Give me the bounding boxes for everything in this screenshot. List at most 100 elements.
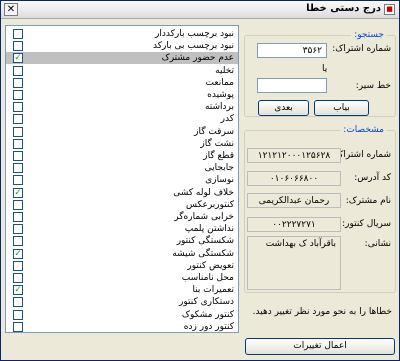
item-label: شکستگی کنتور [176,236,234,247]
list-item[interactable]: شکستگی کنتور [6,235,238,247]
item-checkbox[interactable] [13,236,23,247]
list-item[interactable]: تخلیه [6,65,238,77]
detail-address-value: باقرآباد ک بهداشت [247,236,341,290]
item-checkbox[interactable] [13,90,23,100]
list-item[interactable]: سرقت گاز [6,126,238,138]
list-item[interactable]: خرابی شماره‌گر [6,211,238,223]
line-label: خط سیر: [355,81,391,91]
item-label: شکستگی شیشه [172,248,234,259]
list-item[interactable]: کنتور دور زده [6,321,238,332]
item-checkbox[interactable] [13,138,23,149]
item-checkbox[interactable] [13,297,23,308]
item-checkbox[interactable] [13,41,23,52]
item-checkbox[interactable] [13,260,23,271]
item-label: نداشتن پلمپ [184,224,234,235]
subscription-search-input[interactable]: ۳۵۶۲ [257,43,327,58]
list-item[interactable]: نشت گاز [6,138,238,150]
item-checkbox[interactable]: ✓ [13,187,23,198]
item-checkbox[interactable] [13,199,23,210]
item-label: ممانعت [205,77,234,88]
app-icon: ■ [384,4,395,15]
list-item[interactable]: جابجایی [6,162,238,174]
subscription-label: شماره اشتراک: [332,44,391,54]
close-button[interactable]: ✕ [4,3,18,16]
detail-customer-name-label: نام مشترک: [345,196,391,206]
error-checklist[interactable]: نبود برچسب بارکددار نبود برچسب بی بارکد ✓ ع… [5,25,239,333]
list-item[interactable]: ✓ عدم حضور مشترک [6,52,238,65]
item-checkbox[interactable]: ✓ [13,53,23,64]
details-group: مشخصات: شماره اشتراک: ۱۲۱۲۱۲۰۰۰۱۲۵۶۲۸ کد… [244,125,396,293]
item-checkbox[interactable]: ✓ [13,248,23,259]
list-item[interactable]: کنتور مشکوک [6,309,238,321]
title-bar: ✕ درج دستی خطا ■ [1,1,399,19]
list-item[interactable]: برداشته [6,101,238,113]
item-checkbox[interactable] [13,309,23,320]
or-label: یا [322,64,328,74]
item-label: جابجایی [204,163,234,174]
item-label: پوشیده [207,90,234,100]
detail-subscription-label: شماره اشتراک: [332,150,391,160]
item-label: نبود برچسب بارکددار [155,29,234,39]
detail-address-code-value: ۰۱۰۶۰۶۶۸۰۰ [247,171,341,186]
list-item[interactable]: محل نامناسب [6,272,238,284]
item-checkbox[interactable] [13,77,23,88]
item-checkbox[interactable] [13,29,23,39]
item-label: خرابی شماره‌گر [174,212,234,222]
item-label: کنتوربرعکس [186,199,234,210]
detail-meter-serial-label: سریال کنتور: [342,219,391,229]
detail-subscription-value: ۱۲۱۲۱۲۰۰۰۱۲۵۶۲۸ [247,148,341,163]
item-label: تعویض کنتور [187,260,234,271]
list-item[interactable]: کنتوربرعکس [6,199,238,211]
instruction-text: خطاها را به نحو مورد نظر تغییر دهید. [252,307,392,317]
list-item[interactable]: دستکاری کنتور [6,296,238,308]
item-label: تعمیرات بنا [192,285,234,296]
item-checkbox[interactable]: ✓ [13,285,23,296]
item-label: نوسازی [205,175,234,186]
item-checkbox[interactable] [13,126,23,137]
line-search-input[interactable] [257,78,327,93]
item-checkbox[interactable] [13,321,23,332]
list-item[interactable]: ممانعت [6,77,238,89]
detail-address-label: نشانی: [364,239,391,249]
details-group-title: مشخصات: [340,125,387,135]
window-title: درج دستی خطا [306,3,381,14]
apply-changes-button[interactable]: اعمال تغییرات [245,338,395,355]
next-button[interactable]: بعدی [258,100,309,116]
list-item[interactable]: ✓ خلاف لوله کشی [6,187,238,199]
item-checkbox[interactable] [13,224,23,235]
item-label: کنتور دور زده [183,321,234,332]
find-button[interactable]: بیاب [314,100,369,116]
list-item[interactable]: تعویض کنتور [6,260,238,272]
item-checkbox[interactable] [13,163,23,174]
list-item[interactable]: قطع گاز [6,150,238,162]
search-group-title: جستجو: [351,30,387,40]
list-item[interactable]: نداشتن پلمپ [6,223,238,235]
item-label: قطع گاز [203,151,234,161]
list-item[interactable]: نوسازی [6,174,238,186]
item-checkbox[interactable] [13,175,23,186]
list-item[interactable]: پوشیده [6,89,238,101]
item-checkbox[interactable] [13,65,23,76]
item-label: سرقت گاز [194,126,234,137]
item-checkbox[interactable] [13,212,23,222]
list-item[interactable]: ✓ تعمیرات بنا [6,284,238,296]
item-checkbox[interactable] [13,114,23,125]
item-label: دستکاری کنتور [179,297,234,308]
detail-address-code-label: کد آدرس: [354,173,391,183]
item-checkbox[interactable] [13,151,23,161]
list-item[interactable]: کدر [6,113,238,125]
list-item[interactable]: نبود برچسب بی بارکد [6,40,238,52]
item-label: کدر [220,114,234,125]
item-checkbox[interactable] [13,102,23,113]
manual-error-entry-dialog: ✕ درج دستی خطا ■ نبود برچسب بارکددار نبود… [0,0,400,361]
item-checkbox[interactable] [13,273,23,283]
item-label: عدم حضور مشترک [161,53,234,64]
detail-customer-name-value: رحمان عبدالکریمی [247,193,341,208]
item-label: برداشته [204,102,234,113]
item-label: تخلیه [215,65,234,76]
detail-meter-serial-value: ۰۰۲۲۲۷۲۷۱ [247,217,341,232]
item-label: خلاف لوله کشی [173,187,234,198]
list-item[interactable]: ✓ شکستگی شیشه [6,248,238,260]
search-group: جستجو: شماره اشتراک: ۳۵۶۲ یا خط سیر: بیا… [244,30,396,117]
list-item[interactable]: نبود برچسب بارکددار [6,28,238,40]
